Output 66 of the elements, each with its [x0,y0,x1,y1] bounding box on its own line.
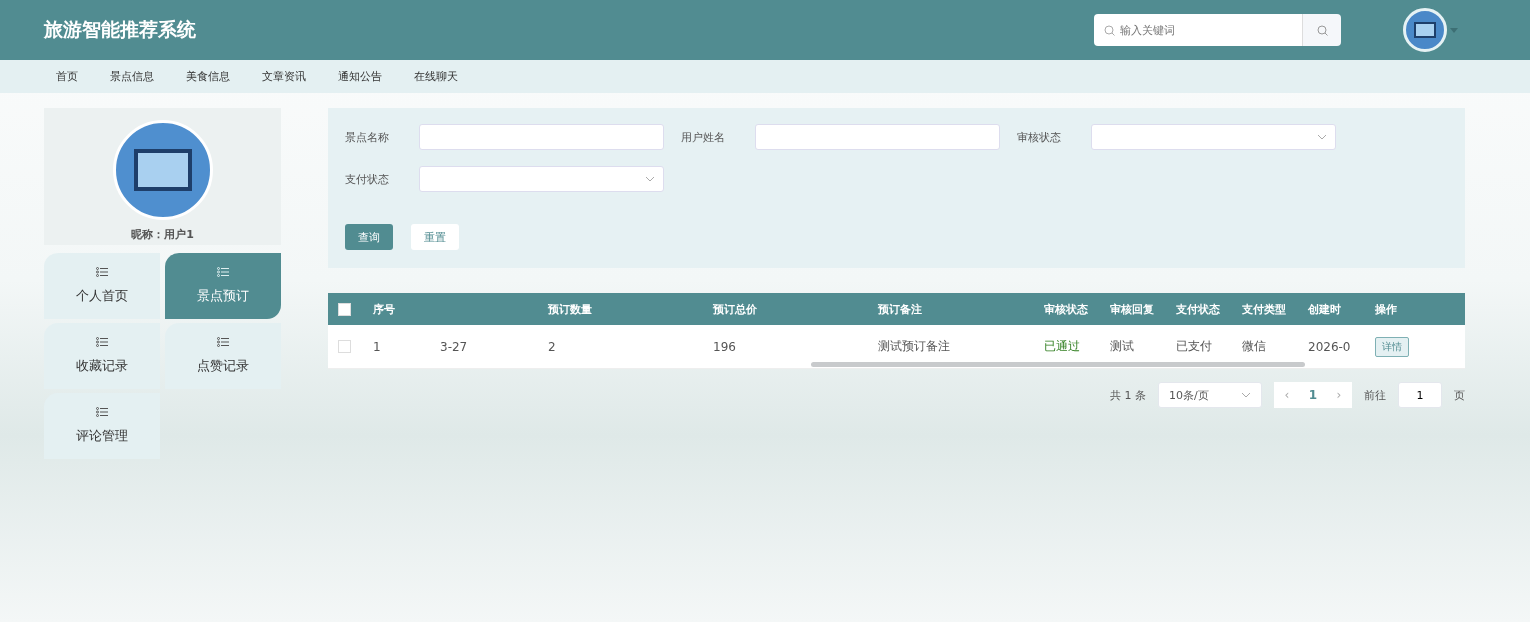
column-header: 审核状态 [1044,302,1088,316]
table-cell: 3-27 [440,339,468,354]
menu-item[interactable]: 个人首页 [44,253,160,319]
nav-link[interactable]: 景点信息 [110,69,154,84]
table-cell: 2026-0 [1308,339,1351,354]
table-cell: 测试预订备注 [878,339,950,353]
checkbox[interactable] [338,302,351,316]
chevron-icon [645,176,655,182]
filter-label: 用户姓名 [681,129,726,145]
table-cell: 微信 [1242,339,1266,353]
table-cell: 2 [548,339,556,354]
status-text: 已通过 [1044,339,1080,353]
nav-link[interactable]: 文章资讯 [262,69,306,84]
avatar-icon[interactable] [1403,8,1447,52]
column-header: 序号 [373,302,395,316]
query-button[interactable]: 查询 [345,224,393,250]
list-icon [96,267,108,277]
list-icon [217,337,229,347]
column-header: 支付状态 [1176,302,1220,316]
column-header: 支付类型 [1242,302,1286,316]
menu-item[interactable]: 景点预订 [165,253,281,319]
table-cell: 已支付 [1176,339,1212,353]
search-icon [1104,25,1115,36]
column-header: 创建时 [1308,302,1341,316]
page-unit-label: 页 [1454,387,1465,403]
input-field[interactable] [419,124,664,150]
search-button[interactable] [1302,14,1341,46]
reset-button[interactable]: 重置 [411,224,459,250]
filter-label: 支付状态 [345,171,390,187]
page-size-select[interactable]: 10条/页 [1158,382,1262,408]
site-title: 旅游智能推荐系统 [44,17,196,42]
menu-item[interactable]: 评论管理 [44,393,160,459]
chevron-icon [1241,392,1251,398]
search-field[interactable]: 输入关键词 [1094,14,1302,46]
nav-link[interactable]: 在线聊天 [414,69,458,84]
column-header: 操作 [1375,302,1397,316]
input-field[interactable] [755,124,1000,150]
scrollbar-thumb[interactable] [811,362,1305,367]
search-icon [1316,24,1328,36]
chevron-icon [1317,134,1327,140]
nav-link[interactable]: 通知公告 [338,69,382,84]
select-field[interactable] [1091,124,1336,150]
list-icon [96,337,108,347]
table-cell: 1 [373,339,381,354]
caret-icon[interactable] [1450,27,1458,33]
nav-link[interactable]: 美食信息 [186,69,230,84]
column-header: 审核回复 [1110,302,1154,316]
column-header: 预订总价 [713,302,757,316]
nav-link[interactable]: 首页 [56,69,78,84]
table-cell: 196 [713,339,736,354]
list-icon [96,407,108,417]
details-button[interactable]: 详情 [1375,336,1409,357]
menu-item[interactable]: 收藏记录 [44,323,160,389]
column-header: 预订备注 [878,302,922,316]
column-header: 预订数量 [548,302,592,316]
table-cell: 测试 [1110,339,1134,353]
page-input[interactable]: 1 [1398,382,1442,408]
filter-label: 景点名称 [345,129,390,145]
checkbox[interactable] [338,340,351,353]
filter-label: 审核状态 [1017,129,1062,145]
select-field[interactable] [419,166,664,192]
total-count: 共 1 条 [1110,387,1146,403]
list-icon [217,267,229,277]
goto-label: 前往 [1364,387,1386,403]
menu-item[interactable]: 点赞记录 [165,323,281,389]
nickname-label: 昵称：用户1 [131,227,194,242]
